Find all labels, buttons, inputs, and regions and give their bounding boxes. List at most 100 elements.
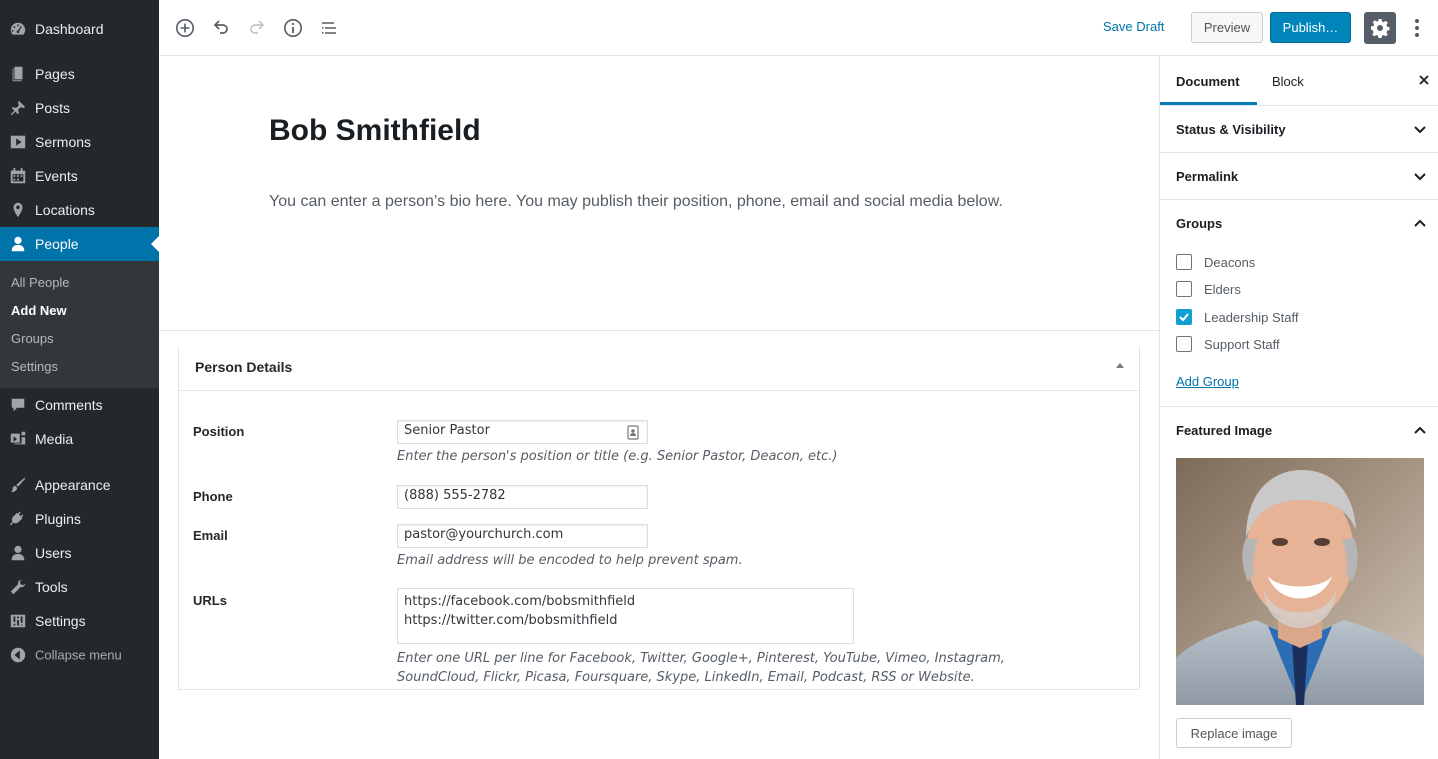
group-label: Elders — [1204, 281, 1241, 297]
phone-input[interactable]: (888) 555-2782 — [397, 485, 648, 509]
checkbox[interactable] — [1176, 254, 1192, 270]
metabox-header[interactable]: Person Details — [179, 346, 1139, 391]
post-title[interactable]: Bob Smithfield — [269, 114, 481, 148]
more-vertical-icon — [1415, 19, 1419, 37]
group-checkbox-deacons[interactable]: Deacons — [1176, 253, 1255, 271]
collapse-triangle-icon[interactable] — [1115, 361, 1125, 371]
featured-image-thumbnail[interactable] — [1176, 458, 1424, 705]
menu-label: Pages — [35, 66, 75, 82]
pushpin-icon — [10, 100, 26, 116]
urls-label: URLs — [193, 593, 227, 608]
menu-item-users[interactable]: Users — [0, 536, 159, 570]
close-icon[interactable] — [1417, 73, 1431, 87]
media-icon — [10, 431, 26, 445]
panel-status-visibility[interactable]: Status & Visibility — [1160, 106, 1438, 153]
contact-card-icon[interactable] — [627, 425, 639, 440]
location-pin-icon — [13, 202, 23, 218]
wrench-icon — [10, 579, 26, 595]
checkbox[interactable] — [1176, 336, 1192, 352]
person-photo — [1176, 458, 1424, 705]
outline-icon[interactable] — [317, 16, 341, 40]
email-label: Email — [193, 528, 228, 543]
plug-icon — [9, 511, 24, 526]
phone-value: (888) 555-2782 — [404, 488, 506, 503]
urls-description-line-2: SoundCloud, Flickr, Picasa, Foursquare, … — [397, 670, 975, 685]
save-draft-button[interactable]: Save Draft — [1103, 19, 1164, 34]
menu-item-pages[interactable]: Pages — [0, 57, 159, 91]
chevron-up-icon — [1414, 426, 1426, 434]
menu-label: Users — [35, 545, 72, 561]
more-options-button[interactable] — [1408, 16, 1426, 40]
email-input[interactable]: pastor@yourchurch.com — [397, 524, 648, 548]
person-icon — [11, 236, 25, 252]
add-group-link[interactable]: Add Group — [1176, 374, 1239, 389]
checkbox[interactable] — [1176, 281, 1192, 297]
sidebar-tabs: Document Block — [1160, 56, 1438, 106]
paragraph-block[interactable]: You can enter a person’s bio here. You m… — [269, 193, 1003, 211]
admin-sidebar: Dashboard Pages Posts Sermons Events Loc… — [0, 0, 159, 759]
tab-block[interactable]: Block — [1272, 56, 1304, 105]
chevron-down-icon — [1414, 126, 1426, 134]
menu-item-locations[interactable]: Locations — [0, 193, 159, 227]
redo-icon[interactable] — [245, 16, 269, 40]
group-checkbox-leadership-staff[interactable]: Leadership Staff — [1176, 308, 1298, 326]
menu-item-events[interactable]: Events — [0, 159, 159, 193]
add-block-icon[interactable] — [173, 16, 197, 40]
tab-document[interactable]: Document — [1160, 56, 1257, 105]
info-icon[interactable] — [281, 16, 305, 40]
editor-canvas: Bob Smithfield You can enter a person’s … — [159, 56, 1160, 759]
speech-bubble-icon — [11, 398, 25, 412]
menu-label: Locations — [35, 202, 95, 218]
panel-title: Featured Image — [1176, 423, 1273, 438]
collapse-menu-button[interactable]: Collapse menu — [0, 638, 159, 672]
panel-groups[interactable]: Groups — [1160, 200, 1438, 247]
panel-featured-image[interactable]: Featured Image — [1160, 407, 1438, 454]
group-label: Leadership Staff — [1204, 309, 1299, 325]
submenu-all-people[interactable]: All People — [11, 275, 70, 290]
panel-permalink[interactable]: Permalink — [1160, 153, 1438, 200]
menu-item-tools[interactable]: Tools — [0, 570, 159, 604]
collapse-menu-label: Collapse menu — [35, 647, 122, 663]
video-play-icon — [10, 135, 26, 149]
settings-sidebar: Document Block Status & Visibility Perma… — [1159, 56, 1438, 759]
submenu-settings[interactable]: Settings — [11, 359, 58, 374]
menu-label: Plugins — [35, 511, 81, 527]
settings-button[interactable] — [1364, 12, 1396, 44]
people-submenu: All People Add New Groups Settings — [0, 261, 159, 388]
undo-icon[interactable] — [209, 16, 233, 40]
menu-item-people[interactable]: People — [0, 227, 159, 261]
menu-label: Events — [35, 168, 78, 184]
phone-label: Phone — [193, 489, 233, 504]
position-value: Senior Pastor — [404, 423, 490, 438]
person-details-metabox: Person Details Position Senior Pastor En… — [178, 346, 1140, 690]
menu-label: People — [35, 236, 79, 252]
replace-image-button[interactable]: Replace image — [1176, 718, 1292, 748]
menu-label: Media — [35, 431, 74, 447]
gear-icon — [1371, 19, 1390, 38]
group-checkbox-support-staff[interactable]: Support Staff — [1176, 335, 1280, 353]
menu-item-posts[interactable]: Posts — [0, 91, 159, 125]
menu-item-plugins[interactable]: Plugins — [0, 502, 159, 536]
email-description: Email address will be encoded to help pr… — [397, 553, 743, 568]
menu-item-settings[interactable]: Settings — [0, 604, 159, 638]
menu-item-comments[interactable]: Comments — [0, 388, 159, 422]
publish-button[interactable]: Publish… — [1270, 12, 1351, 43]
metabox-area: Person Details Position Senior Pastor En… — [159, 330, 1160, 759]
checkbox-checked[interactable] — [1176, 309, 1192, 325]
group-checkbox-elders[interactable]: Elders — [1176, 280, 1241, 298]
preview-button[interactable]: Preview — [1191, 12, 1263, 43]
urls-textarea[interactable]: https://facebook.com/bobsmithfield https… — [397, 588, 854, 644]
menu-item-appearance[interactable]: Appearance — [0, 468, 159, 502]
menu-label: Posts — [35, 100, 71, 116]
urls-description-line-1: Enter one URL per line for Facebook, Twi… — [397, 651, 1005, 666]
menu-label: Appearance — [35, 477, 111, 493]
menu-item-media[interactable]: Media — [0, 422, 159, 456]
submenu-groups[interactable]: Groups — [11, 331, 54, 346]
position-input[interactable]: Senior Pastor — [397, 420, 648, 444]
menu-label: Settings — [35, 613, 86, 629]
submenu-add-new[interactable]: Add New — [11, 303, 67, 318]
menu-item-dashboard[interactable]: Dashboard — [0, 12, 159, 46]
menu-label: Comments — [35, 397, 103, 413]
menu-item-sermons[interactable]: Sermons — [0, 125, 159, 159]
metabox-title: Person Details — [195, 359, 293, 375]
